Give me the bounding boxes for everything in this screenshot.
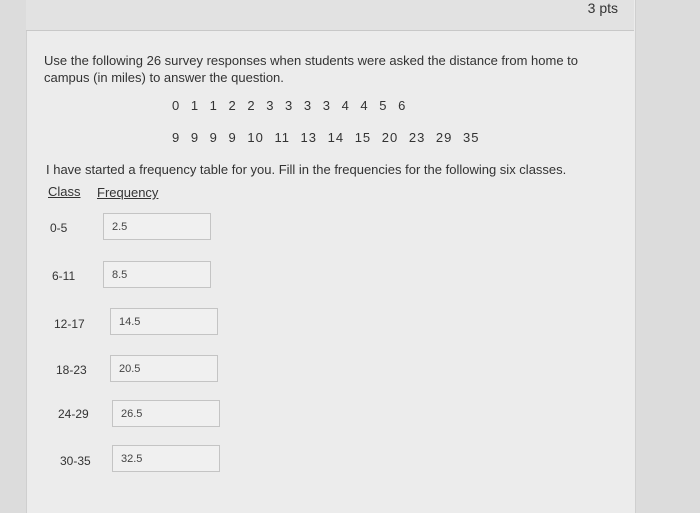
class-label: 30-35 [60,454,91,468]
class-label: 12-17 [54,317,85,331]
class-header: Class [48,184,81,199]
frequency-input[interactable] [110,308,218,335]
class-label: 0-5 [50,221,68,235]
data-row-1: 0 1 1 2 2 3 3 3 3 4 4 5 6 [172,98,407,113]
frequency-input[interactable] [112,400,220,427]
class-label: 6-11 [52,269,76,283]
class-label: 24-29 [58,407,89,421]
frequency-input[interactable] [110,355,218,382]
frequency-input[interactable] [103,213,211,240]
class-label: 18-23 [56,363,87,377]
data-row-2: 9 9 9 9 10 11 13 14 15 20 23 29 35 [172,130,480,145]
points-label: 3 pts [587,0,618,16]
frequency-input[interactable] [112,445,220,472]
instruction-text: I have started a frequency table for you… [46,162,567,177]
question-intro: Use the following 26 survey responses wh… [44,53,579,85]
question-header [26,0,634,31]
frequency-header: Frequency [97,185,159,200]
frequency-input[interactable] [103,261,211,288]
